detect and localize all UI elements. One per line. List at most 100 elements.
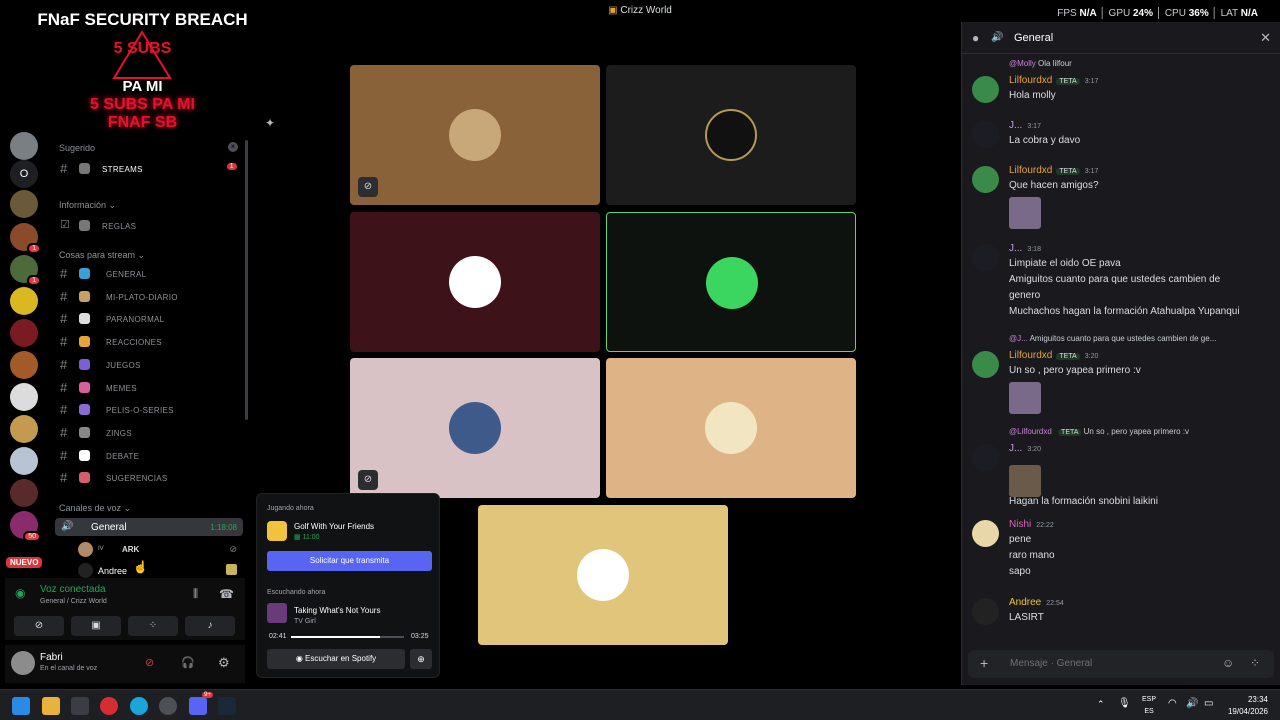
soundboard-button[interactable]: ♪ <box>185 616 235 636</box>
avatar[interactable] <box>972 166 999 193</box>
channel-item[interactable]: # PELIS-O-SERIES <box>60 401 245 419</box>
windows-start-icon[interactable] <box>12 697 30 715</box>
server-icon[interactable] <box>10 287 38 315</box>
avatar <box>78 542 93 557</box>
discord-icon[interactable]: 9+ <box>189 692 213 715</box>
camera-off-button[interactable]: ⊘ <box>14 616 64 636</box>
channel-item[interactable]: # JUEGOS <box>60 356 245 374</box>
avatar[interactable] <box>11 651 35 675</box>
mic-icon[interactable]: 🎙 <box>1118 698 1131 709</box>
category-stream[interactable]: Cosas para stream ⌄ <box>59 250 145 261</box>
close-icon[interactable]: × <box>228 142 238 152</box>
gear-icon[interactable]: ⚙ <box>218 655 230 671</box>
channel-streams[interactable]: # STREAMS 1 <box>60 160 245 178</box>
volume-icon[interactable]: 🔊 <box>1186 698 1198 709</box>
message-author[interactable]: Nishi 22:22 <box>1009 519 1054 530</box>
voice-user[interactable]: Andree <box>78 563 243 579</box>
image-attachment[interactable] <box>1009 465 1041 497</box>
video-tile[interactable]: ⊘ <box>350 358 600 498</box>
close-icon[interactable]: ✕ <box>1260 30 1271 46</box>
server-icon[interactable] <box>10 132 38 160</box>
server-icon[interactable] <box>10 319 38 347</box>
language-indicator[interactable]: ESP ES <box>1142 694 1156 718</box>
mic-muted-icon[interactable]: ⊘ <box>145 656 154 669</box>
avatar[interactable] <box>972 244 999 271</box>
server-icon[interactable] <box>10 447 38 475</box>
video-tile[interactable] <box>350 212 600 352</box>
voice-channel-general[interactable]: 🔊 General 1:18:08 <box>55 518 243 536</box>
message-author[interactable]: J... 3:20 <box>1009 443 1041 454</box>
message-author[interactable]: J... 3:17 <box>1009 120 1041 131</box>
video-tile[interactable] <box>606 358 856 498</box>
listen-along-button[interactable]: ⊕ <box>410 649 432 669</box>
channel-item[interactable]: # MI-PLATO-DIARIO <box>60 288 245 306</box>
channel-item[interactable]: # ZINGS <box>60 424 245 442</box>
plus-icon[interactable]: + <box>980 655 988 671</box>
message-author[interactable]: Andree 22:54 <box>1009 597 1064 608</box>
avatar[interactable] <box>972 76 999 103</box>
server-icon[interactable]: 1 <box>10 255 41 286</box>
artist-name[interactable]: TV Girl <box>294 618 316 625</box>
category-voice[interactable]: Canales de voz ⌄ <box>59 503 131 514</box>
channel-item[interactable]: # MEMES <box>60 379 245 397</box>
channel-item[interactable]: # PARANORMAL <box>60 310 245 328</box>
store-icon[interactable] <box>71 697 89 715</box>
screen-share-button[interactable]: ▣ <box>71 616 121 636</box>
message-author[interactable]: Lilfourdxd TETA 3:20 <box>1009 350 1098 361</box>
opera-icon[interactable] <box>100 697 118 715</box>
listen-spotify-button[interactable]: ◉ Escuchar en Spotify <box>267 649 405 669</box>
server-icon[interactable] <box>10 479 38 507</box>
image-attachment[interactable] <box>1009 382 1041 414</box>
apps-icon[interactable]: ⁘ <box>1250 656 1260 670</box>
server-icon[interactable]: O <box>10 160 38 188</box>
file-explorer-icon[interactable] <box>42 697 60 715</box>
voice-location[interactable]: General / Crizz World <box>40 598 107 605</box>
steam-icon[interactable] <box>218 697 236 715</box>
reply-preview[interactable]: @Molly Ola lilfour <box>1009 59 1072 68</box>
channel-item[interactable]: # GENERAL <box>60 265 245 283</box>
scrollbar[interactable] <box>245 140 248 420</box>
message-author[interactable]: Lilfourdxd TETA 3:17 <box>1009 75 1098 86</box>
message-author[interactable]: J... 3:18 <box>1009 243 1041 254</box>
wifi-icon[interactable]: ◠ <box>1168 698 1177 709</box>
headphones-icon[interactable]: 🎧 <box>181 656 195 669</box>
channel-item[interactable]: # SUGERENCIAS <box>60 469 245 487</box>
battery-icon[interactable]: ▭ <box>1204 698 1213 709</box>
activities-button[interactable]: ⁘ <box>128 616 178 636</box>
noise-suppression-icon[interactable]: ⫼ <box>193 588 198 601</box>
channel-item[interactable]: # REACCIONES <box>60 333 245 351</box>
disconnect-icon[interactable]: ☎ <box>219 587 234 601</box>
avatar[interactable] <box>972 444 999 471</box>
reply-preview[interactable]: @J... Amiguitos cuanto para que ustedes … <box>1009 334 1216 343</box>
server-icon[interactable]: 1 <box>10 223 41 254</box>
message-author[interactable]: Lilfourdxd TETA 3:17 <box>1009 165 1098 176</box>
video-tile-speaking[interactable] <box>606 212 856 352</box>
request-stream-button[interactable]: Solicitar que transmita <box>267 551 432 571</box>
image-attachment[interactable] <box>1009 197 1041 229</box>
reply-preview[interactable]: @Lilfourdxd TETA Un so , pero yapea prim… <box>1009 427 1189 436</box>
chevron-up-icon[interactable]: ⌃ <box>1097 699 1105 710</box>
edge-icon[interactable] <box>130 697 148 715</box>
song-title[interactable]: Taking What's Not Yours <box>294 606 380 615</box>
voice-user[interactable]: IV ARK ⊘ <box>78 542 243 558</box>
channel-reglas[interactable]: ☑ REGLAS <box>60 217 245 235</box>
avatar[interactable] <box>972 598 999 625</box>
server-icon[interactable] <box>10 415 38 443</box>
emoji-icon[interactable]: ☺ <box>1222 656 1234 670</box>
clock[interactable]: 23:34 19/04/2026 <box>1228 694 1268 718</box>
category-info[interactable]: Información ⌄ <box>59 200 116 211</box>
message-input[interactable]: + Mensaje · General ☺ ⁘ <box>968 650 1274 678</box>
channel-item[interactable]: # DEBATE <box>60 447 245 465</box>
video-tile[interactable]: ⊘ <box>350 65 600 205</box>
avatar[interactable] <box>972 121 999 148</box>
video-tile[interactable] <box>606 65 856 205</box>
server-icon[interactable] <box>10 351 38 379</box>
server-icon[interactable] <box>10 383 38 411</box>
server-icon[interactable]: 50 <box>10 511 41 542</box>
avatar[interactable] <box>972 351 999 378</box>
server-icon[interactable] <box>10 190 38 218</box>
video-tile[interactable] <box>478 505 728 645</box>
avatar[interactable] <box>972 520 999 547</box>
app-icon[interactable] <box>159 697 177 715</box>
voice-status: Voz conectada <box>40 584 106 595</box>
